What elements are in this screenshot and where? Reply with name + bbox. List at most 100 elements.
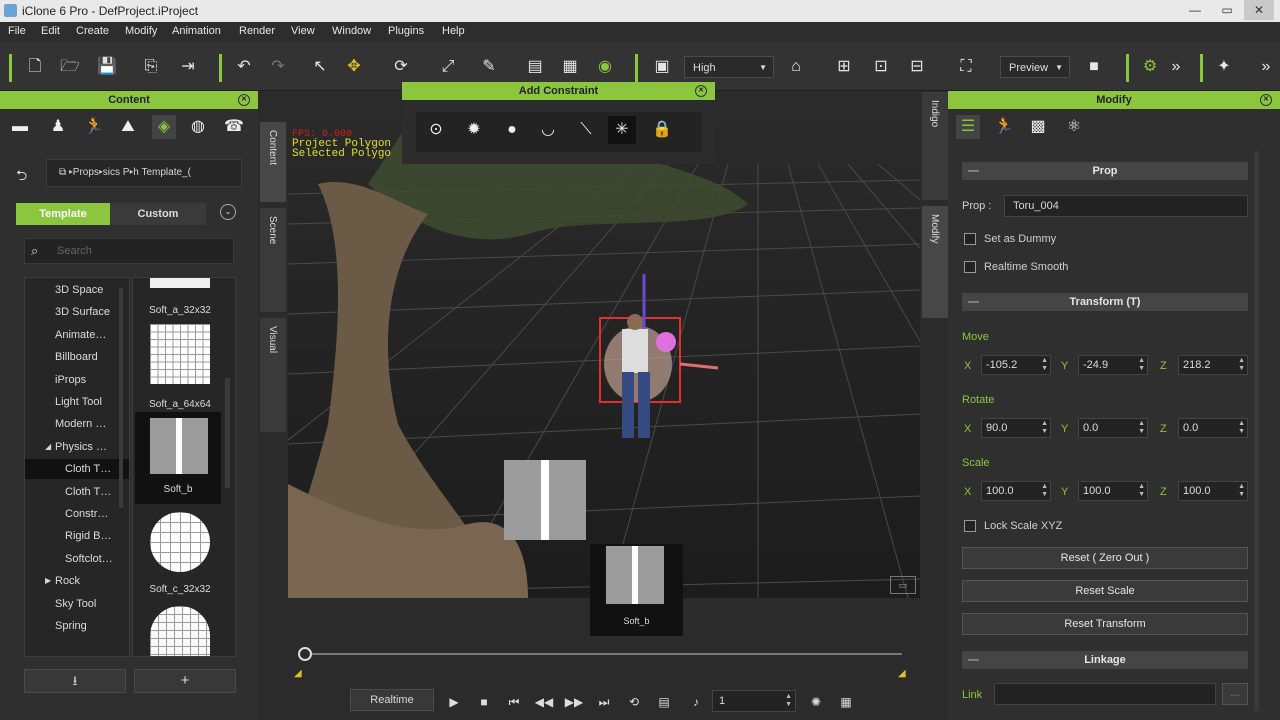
motion-icon[interactable]: 🏃	[82, 115, 106, 139]
layer-icon[interactable]: ▤	[525, 57, 545, 77]
timeline-toggle-icon[interactable]: ▦	[836, 692, 856, 712]
prev-frame-icon[interactable]: ◀◀	[534, 692, 554, 712]
more-icon[interactable]: »	[1256, 57, 1276, 77]
search-box[interactable]: ⌕ Search	[24, 238, 234, 264]
redo-icon[interactable]: ↷	[268, 57, 288, 77]
timeline-icon[interactable]: ▦	[560, 57, 580, 77]
link-field[interactable]	[994, 683, 1216, 705]
move-z-field[interactable]: 218.2 ▲ ▼	[1178, 355, 1248, 375]
start-marker-icon[interactable]: ◢	[294, 668, 302, 679]
menu-window[interactable]: Window	[332, 25, 371, 37]
side-tab-scene[interactable]: Scene	[260, 208, 286, 312]
last-frame-icon[interactable]: ⏭	[594, 692, 614, 712]
tree-item[interactable]: Softclot…	[25, 549, 129, 569]
side-tab-content[interactable]: Content	[260, 122, 286, 202]
menu-animation[interactable]: Animation	[172, 25, 221, 37]
import-icon[interactable]: ⎘	[141, 57, 161, 77]
scale-y-field[interactable]: 100.0 ▲ ▼	[1078, 481, 1148, 501]
end-marker-icon[interactable]: ◢	[898, 668, 906, 679]
material-icon[interactable]: ◍	[186, 115, 210, 139]
options-icon[interactable]: ⌄	[220, 204, 236, 220]
menu-create[interactable]: Create	[76, 25, 109, 37]
loop-icon[interactable]: ⟲	[624, 692, 644, 712]
video-camera-icon[interactable]: ■	[1084, 57, 1104, 77]
reset-zero-out-button[interactable]: Reset ( Zero Out )	[962, 547, 1248, 569]
camera-fit-icon[interactable]: ⊞	[834, 57, 854, 77]
home-icon[interactable]: ⌂	[786, 57, 806, 77]
menu-view[interactable]: View	[291, 25, 315, 37]
modify-scrollbar[interactable]	[1254, 151, 1259, 711]
realtime-button[interactable]: Realtime	[350, 689, 434, 711]
expand-arrow-icon[interactable]: ▶	[45, 576, 51, 585]
play-icon[interactable]: ▶	[444, 692, 464, 712]
back-icon[interactable]: ⮌	[16, 165, 27, 189]
props-icon[interactable]: ◈	[152, 115, 176, 139]
sliders-icon[interactable]: ☰	[956, 115, 980, 139]
tree-item[interactable]: Constr…	[25, 504, 129, 524]
panel-close-icon[interactable]: ✕	[1260, 94, 1272, 106]
pin-icon[interactable]: ✦	[1214, 57, 1234, 77]
add-button[interactable]: +	[134, 669, 236, 693]
stop-icon[interactable]: ■	[474, 692, 494, 712]
tab-custom[interactable]: Custom	[110, 203, 206, 225]
tree-item[interactable]: iProps	[25, 370, 129, 390]
tree-item[interactable]: 3D Surface	[25, 302, 129, 322]
tree-item[interactable]: Animate…	[25, 325, 129, 345]
transform-section-header[interactable]: — Transform (T)	[962, 293, 1248, 311]
tree-item[interactable]: 3D Space	[25, 280, 129, 300]
tree-item[interactable]: Rock	[25, 571, 129, 591]
move-icon[interactable]: ✥	[344, 57, 364, 77]
scale-z-field[interactable]: 100.0 ▲ ▼	[1178, 481, 1248, 501]
tree-item[interactable]: Rigid B…	[25, 526, 129, 546]
motion-icon[interactable]: 🏃	[992, 115, 1016, 139]
viewport-icon[interactable]: ▣	[652, 57, 672, 77]
save-icon[interactable]: 💾	[97, 57, 117, 77]
slider-constraint-icon[interactable]: ⟍	[572, 116, 600, 144]
eye-icon[interactable]: ◉	[595, 57, 615, 77]
open-folder-icon[interactable]: 🗁	[60, 57, 80, 77]
side-tab-indigo[interactable]: Indigo	[922, 92, 948, 200]
reset-transform-button[interactable]: Reset Transform	[962, 613, 1248, 635]
tree-item[interactable]: Billboard	[25, 347, 129, 367]
physics-icon[interactable]: ⚙	[1140, 57, 1160, 77]
stage-icon[interactable]: ⛰	[116, 115, 140, 139]
preview-dropdown[interactable]: Preview ▼	[1000, 56, 1070, 78]
tree-item[interactable]: Physics …	[25, 437, 129, 457]
move-x-field[interactable]: -105.2 ▲ ▼	[981, 355, 1051, 375]
timeline-track[interactable]	[302, 653, 902, 655]
tree-item[interactable]: Sky Tool	[25, 594, 129, 614]
rotate-y-field[interactable]: 0.0 ▲ ▼	[1078, 418, 1148, 438]
folder-icon[interactable]: ▬	[8, 115, 32, 139]
menu-plugins[interactable]: Plugins	[388, 25, 424, 37]
expand-icon[interactable]: »	[1166, 57, 1186, 77]
panel-close-icon[interactable]: ✕	[695, 85, 707, 97]
panel-close-icon[interactable]: ✕	[238, 94, 250, 106]
download-button[interactable]: ⭳	[24, 669, 126, 693]
tree-item[interactable]: Spring	[25, 616, 129, 636]
frame-field[interactable]: 1 ▲ ▼	[712, 690, 796, 712]
thumbnail-selected[interactable]: Soft_b	[135, 412, 221, 504]
new-file-icon[interactable]: 🗋	[25, 57, 45, 77]
export-icon[interactable]: ⇥	[178, 57, 198, 77]
tab-template[interactable]: Template	[16, 203, 110, 225]
reset-scale-button[interactable]: Reset Scale	[962, 580, 1248, 602]
realtime-smooth-checkbox[interactable]	[964, 261, 976, 273]
prop-section-header[interactable]: — Prop	[962, 162, 1248, 180]
select-arrow-icon[interactable]: ↖	[310, 57, 330, 77]
tree-scrollbar[interactable]	[119, 288, 123, 508]
menu-edit[interactable]: Edit	[41, 25, 60, 37]
physics-atom-icon[interactable]: ⚛	[1062, 115, 1086, 139]
lock-scale-checkbox[interactable]	[964, 520, 976, 532]
search-input[interactable]: Search	[57, 245, 92, 257]
scale-x-field[interactable]: 100.0 ▲ ▼	[981, 481, 1051, 501]
rotate-x-field[interactable]: 90.0 ▲ ▼	[981, 418, 1051, 438]
six-dof-constraint-icon[interactable]: ✳	[608, 116, 636, 144]
tree-item[interactable]: Light Tool	[25, 392, 129, 412]
menu-help[interactable]: Help	[442, 25, 465, 37]
side-tab-visual[interactable]: Visual	[260, 318, 286, 432]
material-checker-icon[interactable]: ▩	[1026, 115, 1050, 139]
side-tab-modify[interactable]: Modify	[922, 206, 948, 318]
viewport-settings-icon[interactable]: ▭	[890, 576, 916, 594]
actor-icon[interactable]: ♟	[46, 115, 70, 139]
thumbnail-image[interactable]	[150, 512, 210, 572]
